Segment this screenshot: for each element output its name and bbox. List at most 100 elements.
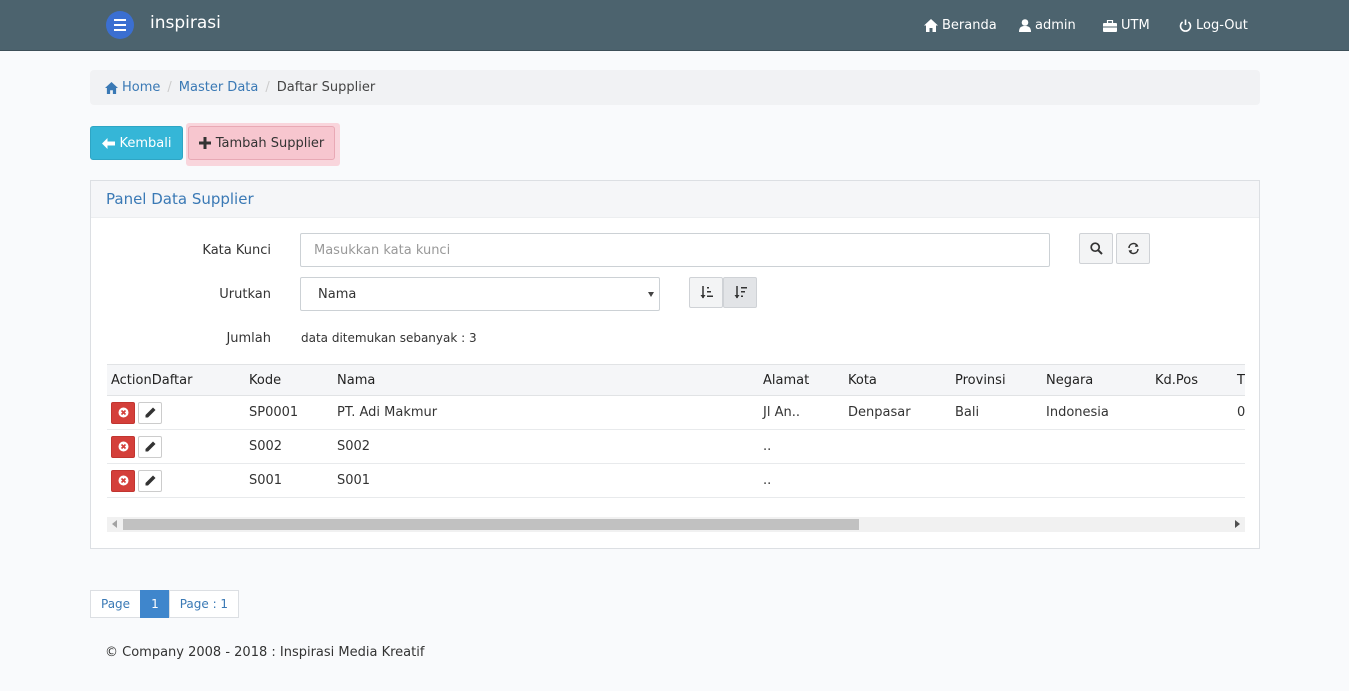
cell-negara <box>1042 429 1151 464</box>
edit-button[interactable] <box>138 401 162 424</box>
home-icon <box>924 19 938 32</box>
column-header-alamat: Alamat <box>759 364 844 396</box>
cell-provinsi <box>951 463 1042 498</box>
search-button[interactable] <box>1079 233 1113 264</box>
cell-negara <box>1042 463 1151 498</box>
table-row: S002 S002 .. <box>107 429 1245 464</box>
footer-copyright: © Company 2008 - 2018 : Inspirasi Media … <box>105 645 425 660</box>
panel-data-supplier: Panel Data Supplier Kata Kunci Masukkan … <box>90 180 1260 549</box>
pencil-icon <box>145 475 155 486</box>
kata-kunci-label: Kata Kunci <box>202 243 271 258</box>
refresh-icon <box>1127 242 1139 255</box>
cell-alamat: .. <box>759 463 844 498</box>
breadcrumb-home[interactable]: Home <box>105 80 160 95</box>
jumlah-value: data ditemukan sebanyak : 3 <box>301 331 477 345</box>
sort-ascending-button[interactable] <box>689 277 723 308</box>
urutkan-select[interactable]: Nama <box>300 277 660 311</box>
delete-button[interactable] <box>111 435 135 458</box>
column-header-kode: Kode <box>245 364 333 396</box>
kembali-button[interactable]: Kembali <box>90 126 183 160</box>
column-header-negara: Negara <box>1042 364 1151 396</box>
pencil-icon <box>145 441 155 452</box>
panel-title: Panel Data Supplier <box>91 181 1259 218</box>
cell-negara: Indonesia <box>1042 395 1151 430</box>
search-input[interactable]: Masukkan kata kunci <box>300 233 1050 267</box>
delete-button[interactable] <box>111 469 135 492</box>
table-row: SP0001 PT. Adi Makmur Jl An.. Denpasar B… <box>107 395 1245 430</box>
tambah-supplier-button[interactable]: Tambah Supplier <box>188 126 335 160</box>
pagination-current-page[interactable]: 1 <box>140 590 170 618</box>
column-header-provinsi: Provinsi <box>951 364 1042 396</box>
plus-icon <box>198 137 211 149</box>
cell-kota <box>844 463 951 498</box>
cell-kode: SP0001 <box>245 395 333 430</box>
edit-button[interactable] <box>138 435 162 458</box>
row-actions <box>107 463 245 498</box>
user-icon <box>1019 19 1031 32</box>
cell-kode: S002 <box>245 429 333 464</box>
cell-kota: Denpasar <box>844 395 951 430</box>
cell-alamat: .. <box>759 429 844 464</box>
sort-descending-button[interactable] <box>723 277 757 308</box>
column-header-nama: Nama <box>333 364 759 396</box>
cell-alamat: Jl An.. <box>759 395 844 430</box>
nav-admin-label: admin <box>1035 18 1076 33</box>
pagination-page-label: Page <box>90 590 142 618</box>
cell-kdpos <box>1151 463 1233 498</box>
caret-down-icon <box>648 292 654 297</box>
cell-provinsi <box>951 429 1042 464</box>
edit-button[interactable] <box>138 469 162 492</box>
tambah-supplier-label: Tambah Supplier <box>215 135 325 151</box>
row-actions <box>107 395 245 430</box>
urutkan-label: Urutkan <box>219 287 271 302</box>
cell-kdpos <box>1151 395 1233 430</box>
breadcrumb-master-data[interactable]: Master Data <box>179 80 259 95</box>
nav-beranda[interactable]: Beranda <box>924 18 997 33</box>
scroll-left-icon[interactable] <box>112 520 117 528</box>
cell-t <box>1233 463 1245 498</box>
sort-descending-icon <box>734 286 747 299</box>
table-row: S001 S001 .. <box>107 463 1245 498</box>
nav-logout[interactable]: Log-Out <box>1179 18 1248 33</box>
power-icon <box>1179 19 1192 32</box>
pagination-summary: Page : 1 <box>168 590 240 618</box>
brand-name[interactable]: inspirasi <box>150 13 221 33</box>
nav-admin[interactable]: admin <box>1019 18 1076 33</box>
menu-toggle-icon[interactable] <box>106 11 134 39</box>
home-icon <box>105 81 118 94</box>
table-header-row: ActionDaftar Kode Nama Alamat Kota Provi… <box>107 364 1245 396</box>
supplier-table-container: ActionDaftar Kode Nama Alamat Kota Provi… <box>107 364 1245 534</box>
horizontal-scrollbar[interactable] <box>107 517 1245 532</box>
cell-kode: S001 <box>245 463 333 498</box>
delete-button[interactable] <box>111 401 135 424</box>
scroll-right-icon[interactable] <box>1235 520 1240 528</box>
kembali-label: Kembali <box>119 135 172 151</box>
column-header-kdpos: Kd.Pos <box>1151 364 1233 396</box>
refresh-button[interactable] <box>1116 233 1150 264</box>
nav-beranda-label: Beranda <box>942 18 997 33</box>
jumlah-label: Jumlah <box>226 331 271 346</box>
remove-circle-icon <box>118 407 128 418</box>
column-header-kota: Kota <box>844 364 951 396</box>
cell-provinsi: Bali <box>951 395 1042 430</box>
breadcrumb-current: Daftar Supplier <box>276 80 376 95</box>
pencil-icon <box>145 407 155 418</box>
breadcrumb-separator: / <box>167 80 172 95</box>
breadcrumb-home-label: Home <box>122 80 161 95</box>
supplier-table: ActionDaftar Kode Nama Alamat Kota Provi… <box>107 364 1245 498</box>
breadcrumb-separator: / <box>265 80 270 95</box>
nav-utm[interactable]: UTM <box>1103 18 1150 33</box>
cell-kdpos <box>1151 429 1233 464</box>
cell-nama: PT. Adi Makmur <box>333 395 759 430</box>
cell-t <box>1233 429 1245 464</box>
top-navbar: inspirasi Beranda admin UTM Log-Out <box>0 0 1349 51</box>
breadcrumb: Home / Master Data / Daftar Supplier <box>90 70 1260 105</box>
cell-nama: S002 <box>333 429 759 464</box>
briefcase-icon <box>1103 19 1117 32</box>
nav-logout-label: Log-Out <box>1196 18 1248 33</box>
remove-circle-icon <box>118 475 128 486</box>
sort-ascending-icon <box>700 286 713 299</box>
scrollbar-thumb[interactable] <box>123 519 859 530</box>
row-actions <box>107 429 245 464</box>
urutkan-selected-value: Nama <box>318 286 357 302</box>
